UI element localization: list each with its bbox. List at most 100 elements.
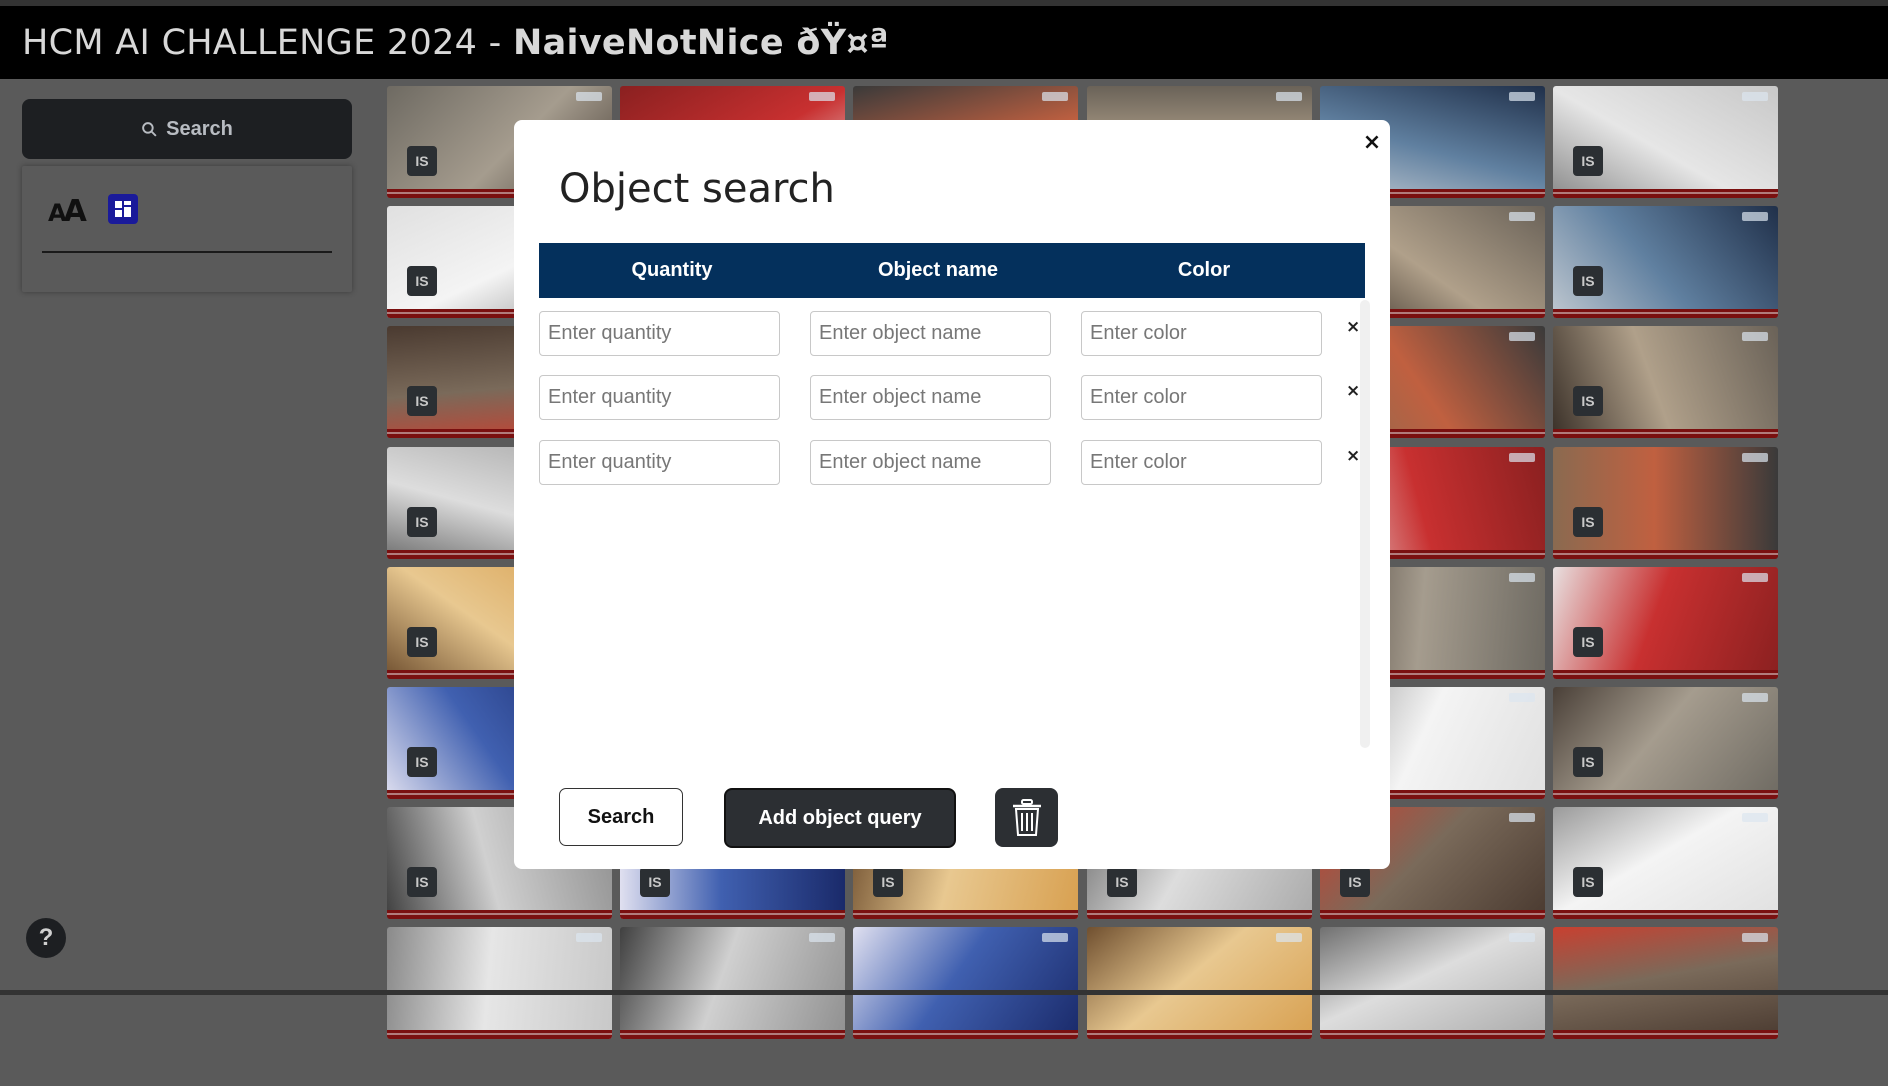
channel-logo	[809, 92, 835, 101]
image-search-badge[interactable]: IS	[640, 867, 670, 897]
channel-logo	[1742, 453, 1768, 462]
image-search-badge[interactable]: IS	[407, 867, 437, 897]
object-name-input[interactable]	[810, 375, 1051, 420]
news-ticker	[853, 1030, 1078, 1039]
channel-logo	[1509, 933, 1535, 942]
remove-row-icon[interactable]: ×	[1346, 446, 1360, 466]
image-search-badge[interactable]: IS	[407, 266, 437, 296]
modal-title: Object search	[559, 166, 835, 212]
add-object-query-button[interactable]: Add object query	[724, 788, 956, 848]
image-search-badge[interactable]: IS	[407, 747, 437, 777]
color-input[interactable]	[1081, 311, 1322, 356]
image-search-badge[interactable]: IS	[1573, 386, 1603, 416]
object-search-modal: × Object search Quantity Object name Col…	[514, 120, 1390, 869]
keyframe-thumbnail[interactable]: IS	[1553, 807, 1778, 919]
image-search-badge[interactable]: IS	[1573, 747, 1603, 777]
news-ticker	[1553, 189, 1778, 198]
image-search-badge[interactable]: IS	[1573, 266, 1603, 296]
modal-scrollbar[interactable]	[1360, 300, 1370, 748]
keyframe-thumbnail[interactable]: IS	[1553, 326, 1778, 438]
channel-logo	[1509, 212, 1535, 221]
trash-icon	[1012, 798, 1041, 836]
remove-row-icon[interactable]: ×	[1346, 381, 1360, 401]
keyframe-thumbnail[interactable]: IS	[1553, 447, 1778, 559]
image-search-badge[interactable]: IS	[407, 627, 437, 657]
channel-logo	[1742, 332, 1768, 341]
news-ticker	[853, 910, 1078, 919]
color-input[interactable]	[1081, 440, 1322, 485]
keyframe-thumbnail[interactable]: IS	[1553, 206, 1778, 318]
image-search-badge[interactable]: IS	[407, 507, 437, 537]
keyframe-thumbnail[interactable]	[387, 927, 612, 1039]
image-search-badge[interactable]: IS	[1107, 867, 1137, 897]
keyframe-thumbnail[interactable]: IS	[1553, 86, 1778, 198]
object-query-row: ×	[539, 440, 1379, 485]
image-search-badge[interactable]: IS	[1340, 867, 1370, 897]
news-ticker	[1553, 309, 1778, 318]
news-ticker	[1553, 1030, 1778, 1039]
channel-logo	[1742, 933, 1768, 942]
object-query-row: ×	[539, 375, 1379, 420]
sidebar-panel: AA	[22, 166, 352, 292]
channel-logo	[1276, 92, 1302, 101]
channel-logo	[1509, 453, 1535, 462]
keyframe-thumbnail[interactable]	[1087, 927, 1312, 1039]
news-ticker	[1320, 910, 1545, 919]
help-button[interactable]: ?	[26, 918, 66, 958]
channel-logo	[809, 933, 835, 942]
search-icon	[142, 121, 157, 137]
quantity-input[interactable]	[539, 440, 780, 485]
news-ticker	[1553, 550, 1778, 559]
table-header: Quantity Object name Color	[539, 243, 1365, 298]
keyframe-thumbnail[interactable]	[1553, 927, 1778, 1039]
news-ticker	[620, 1030, 845, 1039]
keyframe-thumbnail[interactable]: IS	[1553, 567, 1778, 679]
object-name-input[interactable]	[810, 311, 1051, 356]
object-query-row: ×	[539, 311, 1379, 356]
quantity-input[interactable]	[539, 311, 780, 356]
keyframe-thumbnail[interactable]: IS	[1553, 687, 1778, 799]
column-object-name: Object name	[877, 259, 999, 281]
channel-logo	[1509, 92, 1535, 101]
channel-logo	[1042, 933, 1068, 942]
news-ticker	[1320, 1030, 1545, 1039]
channel-logo	[1509, 813, 1535, 822]
keyframe-thumbnail[interactable]	[620, 927, 845, 1039]
remove-row-icon[interactable]: ×	[1346, 317, 1360, 337]
color-input[interactable]	[1081, 375, 1322, 420]
channel-logo	[1742, 573, 1768, 582]
channel-logo	[1509, 573, 1535, 582]
image-search-badge[interactable]: IS	[1573, 146, 1603, 176]
image-search-badge[interactable]: IS	[1573, 867, 1603, 897]
news-ticker	[1553, 790, 1778, 799]
font-size-icon[interactable]: AA	[48, 194, 87, 229]
object-name-input[interactable]	[810, 440, 1051, 485]
image-search-badge[interactable]: IS	[1573, 507, 1603, 537]
column-quantity: Quantity	[631, 259, 713, 281]
layout-icon[interactable]	[108, 194, 138, 224]
channel-logo	[1042, 92, 1068, 101]
image-search-badge[interactable]: IS	[1573, 627, 1603, 657]
news-ticker	[1553, 429, 1778, 438]
news-ticker	[1553, 670, 1778, 679]
news-ticker	[387, 910, 612, 919]
clear-queries-button[interactable]	[995, 788, 1058, 847]
image-search-badge[interactable]: IS	[407, 146, 437, 176]
bottom-strip	[0, 990, 1888, 995]
sidebar-search-button[interactable]: Search	[22, 99, 352, 159]
sidebar-search-label: Search	[166, 117, 233, 140]
channel-logo	[576, 92, 602, 101]
search-button[interactable]: Search	[559, 788, 683, 846]
quantity-input[interactable]	[539, 375, 780, 420]
image-search-badge[interactable]: IS	[873, 867, 903, 897]
close-icon[interactable]: ×	[1360, 130, 1384, 155]
keyframe-thumbnail[interactable]	[853, 927, 1078, 1039]
sidebar-divider	[42, 251, 332, 253]
image-search-badge[interactable]: IS	[407, 386, 437, 416]
keyframe-thumbnail[interactable]	[1320, 927, 1545, 1039]
channel-logo	[1276, 933, 1302, 942]
app-title: HCM AI CHALLENGE 2024 - NaiveNotNice ðŸ¤…	[22, 23, 889, 63]
channel-logo	[576, 933, 602, 942]
column-color: Color	[1177, 259, 1231, 281]
channel-logo	[1509, 332, 1535, 341]
